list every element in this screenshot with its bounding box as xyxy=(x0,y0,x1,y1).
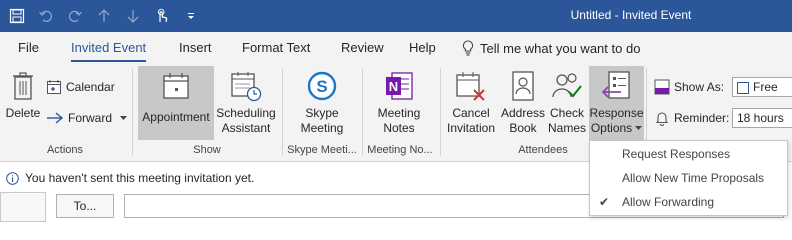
response-label-line2: Options xyxy=(590,121,633,135)
menu-item-allow-forwarding[interactable]: ✔ Allow Forwarding xyxy=(590,190,787,214)
delete-button[interactable]: Delete xyxy=(4,66,42,140)
check-label-line1: Check xyxy=(549,106,584,120)
show-as-control: Show As: xyxy=(654,76,724,98)
reminder-select[interactable]: 18 hours xyxy=(732,108,792,128)
tab-insert[interactable]: Insert xyxy=(179,40,212,55)
forward-button[interactable]: Forward xyxy=(46,107,131,129)
address-label-line2: Book xyxy=(509,121,537,135)
group-label-show: Show xyxy=(193,144,221,156)
show-as-label: Show As: xyxy=(674,80,725,94)
cancel-invitation-button[interactable]: Cancel Invitation xyxy=(444,66,498,140)
cancel-label-line2: Invitation xyxy=(446,121,496,135)
reminder-label: Reminder: xyxy=(674,111,730,125)
response-options-icon xyxy=(601,71,630,99)
menu-item-label: Request Responses xyxy=(622,147,731,161)
address-book-button[interactable]: Address Book xyxy=(500,66,546,140)
group-separator xyxy=(440,68,441,156)
show-as-value: Free xyxy=(753,80,778,94)
tab-review[interactable]: Review xyxy=(341,40,384,55)
scheduling-assistant-icon xyxy=(231,72,262,102)
appointment-label: Appointment xyxy=(142,110,210,124)
skype-label-line1: Skype xyxy=(305,106,339,120)
meeting-notes-button[interactable]: N Meeting Notes xyxy=(370,66,428,140)
response-options-menu: Request Responses Allow New Time Proposa… xyxy=(589,140,788,216)
scheduling-label-line2: Assistant xyxy=(221,121,271,135)
cancel-invitation-icon xyxy=(456,72,485,101)
to-button[interactable]: To... xyxy=(56,194,114,218)
reminder-control: Reminder: xyxy=(654,107,729,129)
calendar-button[interactable]: Calendar xyxy=(46,76,115,98)
menu-item-request-responses[interactable]: Request Responses xyxy=(590,142,787,166)
response-label-line2-wrap: Options xyxy=(590,121,643,136)
svg-text:S: S xyxy=(316,77,327,96)
tell-me-search[interactable]: Tell me what you want to do xyxy=(462,40,640,56)
scheduling-assistant-button[interactable]: Scheduling Assistant xyxy=(215,66,277,140)
title-bar: Untitled - Invited Event xyxy=(0,0,792,32)
menu-item-allow-new-time-proposals[interactable]: Allow New Time Proposals xyxy=(590,166,787,190)
show-as-icon xyxy=(654,79,670,95)
group-separator xyxy=(362,68,363,156)
cancel-label-line1: Cancel xyxy=(452,106,490,120)
info-message: You haven't sent this meeting invitation… xyxy=(25,171,255,185)
menu-item-label: Allow New Time Proposals xyxy=(622,171,765,185)
checkmark-icon: ✔ xyxy=(599,195,610,209)
onenote-icon: N xyxy=(386,72,413,100)
skype-label-line2: Meeting xyxy=(300,121,344,135)
svg-text:N: N xyxy=(389,79,398,94)
free-color-swatch-icon xyxy=(737,81,749,94)
skype-meeting-button[interactable]: S Skype Meeting xyxy=(292,66,352,140)
forward-label: Forward xyxy=(68,111,113,125)
tab-file[interactable]: File xyxy=(18,40,39,55)
menu-item-label: Allow Forwarding xyxy=(622,195,715,209)
tell-me-text: Tell me what you want to do xyxy=(480,40,641,56)
address-book-icon xyxy=(512,71,534,101)
window-title: Untitled - Invited Event xyxy=(570,8,692,22)
check-names-icon xyxy=(552,73,582,98)
send-button[interactable] xyxy=(0,192,46,222)
bell-icon xyxy=(655,112,669,126)
chevron-down-icon xyxy=(120,115,128,120)
check-label-line2: Names xyxy=(547,121,586,135)
tab-format-text[interactable]: Format Text xyxy=(242,40,310,55)
notes-label-line2: Notes xyxy=(383,121,415,135)
address-label-line1: Address xyxy=(500,106,546,120)
appointment-calendar-icon xyxy=(163,73,189,99)
trash-icon xyxy=(13,72,33,100)
calendar-label: Calendar xyxy=(66,80,115,94)
show-as-select[interactable]: Free xyxy=(732,77,792,97)
tab-help[interactable]: Help xyxy=(409,40,436,55)
scheduling-label-line1: Scheduling xyxy=(216,106,276,120)
group-separator xyxy=(132,68,133,156)
lightbulb-icon xyxy=(462,40,474,56)
tab-invited-event[interactable]: Invited Event xyxy=(71,40,147,62)
group-separator xyxy=(282,68,283,156)
appointment-button[interactable]: Appointment xyxy=(138,66,214,140)
group-label-actions: Actions xyxy=(46,144,84,156)
forward-arrow-icon xyxy=(47,112,64,124)
response-options-button[interactable]: Response Options xyxy=(589,66,644,142)
check-names-button[interactable]: Check Names xyxy=(547,66,587,140)
response-label-line1: Response xyxy=(589,106,644,120)
info-icon xyxy=(6,171,19,185)
calendar-icon xyxy=(47,80,61,94)
ribbon-tabs: File Invited Event Insert Format Text Re… xyxy=(0,32,792,62)
notes-label-line1: Meeting xyxy=(377,106,421,120)
group-label-meeting-notes: Meeting No... xyxy=(367,144,433,156)
delete-label: Delete xyxy=(5,106,41,120)
skype-icon: S xyxy=(307,71,337,101)
chevron-down-icon xyxy=(635,126,643,130)
group-label-skype: Skype Meeti... xyxy=(287,144,357,156)
